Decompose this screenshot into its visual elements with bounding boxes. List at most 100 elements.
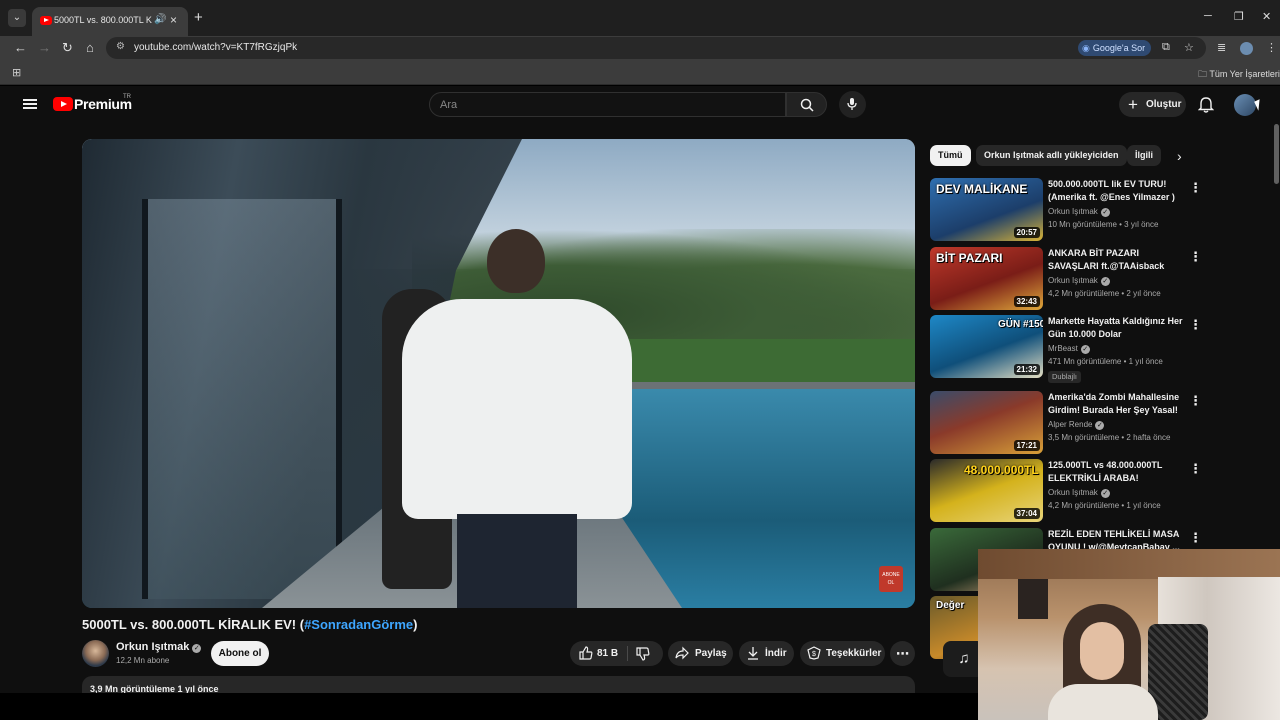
related-title[interactable]: Amerika'da Zombi Mahallesine Girdim! Bur…: [1048, 391, 1186, 417]
related-title[interactable]: 125.000TL vs 48.000.000TL ELEKTRİKLİ ARA…: [1048, 459, 1186, 485]
related-channel[interactable]: Orkun Işıtmak: [1048, 276, 1098, 285]
list-item[interactable]: 17:21 Amerika'da Zombi Mahallesine Girdi…: [930, 391, 1250, 455]
window-close-button[interactable]: ✕: [1262, 10, 1271, 23]
related-channel[interactable]: Orkun Işıtmak: [1048, 207, 1098, 216]
subscribe-watermark[interactable]: ABONE OL: [879, 566, 903, 592]
more-vertical-icon[interactable]: ⋮: [1189, 393, 1202, 409]
duration-badge: 37:04: [1013, 508, 1040, 519]
chevron-right-icon[interactable]: ›: [1177, 148, 1182, 164]
related-meta: 10 Mn görüntüleme • 3 yıl önce: [1048, 220, 1159, 229]
reload-button[interactable]: ↻: [62, 40, 73, 56]
all-bookmarks-button[interactable]: 🗀 Tüm Yer İşaretleri: [1198, 67, 1280, 83]
bookmark-star-icon[interactable]: ☆: [1184, 41, 1194, 54]
description-box[interactable]: 3,9 Mn görüntüleme 1 yıl önce: [82, 676, 915, 693]
person-head: [487, 229, 545, 293]
related-channel[interactable]: Orkun Işıtmak: [1048, 488, 1098, 497]
webcam-ceiling: [978, 549, 1280, 579]
video-thumbnail[interactable]: 48.000.000TL 37:04: [930, 459, 1043, 522]
profile-avatar[interactable]: [1240, 42, 1253, 55]
create-button[interactable]: + Oluştur: [1119, 92, 1186, 117]
verified-icon: ✓: [1080, 345, 1090, 354]
related-channel-row[interactable]: Orkun Işıtmak ✓: [1048, 276, 1110, 286]
minimize-button[interactable]: ─: [1204, 10, 1212, 22]
new-tab-button[interactable]: +: [194, 9, 203, 27]
cast-icon[interactable]: ⧉: [1162, 41, 1170, 54]
search-button[interactable]: [786, 92, 827, 117]
menu-icon[interactable]: [23, 99, 37, 109]
channel-name[interactable]: Orkun Işıtmak: [116, 641, 189, 653]
youtube-logo-icon[interactable]: [53, 97, 73, 111]
site-info-icon[interactable]: ⚙: [116, 41, 125, 52]
notifications-bell-icon[interactable]: [1198, 96, 1214, 113]
chip-all[interactable]: Tümü: [930, 145, 971, 166]
list-item[interactable]: DEV MALİKANE 20:57 500.000.000TL lik EV T…: [930, 178, 1250, 242]
share-label: Paylaş: [695, 648, 727, 659]
chip-from-uploader[interactable]: Orkun Işıtmak adlı yükleyiciden: [976, 145, 1127, 166]
video-title-close: ): [413, 617, 418, 632]
related-channel[interactable]: MrBeast: [1048, 344, 1078, 353]
related-channel[interactable]: Alper Rende: [1048, 420, 1092, 429]
hashtag-link[interactable]: #SonradanGörme: [304, 617, 413, 632]
tab-close-icon[interactable]: ×: [170, 13, 177, 27]
related-meta: 4,2 Mn görüntüleme • 2 yıl önce: [1048, 289, 1161, 298]
subscribe-button[interactable]: Abone ol: [211, 641, 269, 666]
related-title[interactable]: Markette Hayatta Kaldığınız Her Gün 10.0…: [1048, 315, 1186, 341]
video-thumbnail[interactable]: 17:21: [930, 391, 1043, 454]
related-title[interactable]: 500.000.000TL lik EV TURU! (Amerika ft. …: [1048, 178, 1186, 204]
verified-icon: ✓: [1100, 489, 1110, 498]
webcam-person-clothes: [1048, 684, 1158, 720]
channel-name-row[interactable]: Orkun Işıtmak ✓: [116, 641, 202, 653]
apps-grid-icon[interactable]: ⊞: [12, 66, 21, 79]
list-item[interactable]: BİT PAZARI 32:43 ANKARA BİT PAZARI SAVAŞL…: [930, 247, 1250, 311]
address-bar[interactable]: ⚙ youtube.com/watch?v=KT7fRGzjqPk ◉ Googl…: [106, 37, 1206, 59]
account-avatar[interactable]: [1234, 94, 1256, 116]
url-text: youtube.com/watch?v=KT7fRGzjqPk: [134, 42, 298, 53]
chip-related[interactable]: İlgili: [1127, 145, 1161, 166]
more-actions-button[interactable]: ⋯: [890, 641, 915, 666]
dislike-button[interactable]: [636, 641, 650, 670]
audio-playing-icon[interactable]: 🔊: [154, 14, 166, 25]
related-title[interactable]: ANKARA BİT PAZARI SAVAŞLARI ft.@TAAisbac…: [1048, 247, 1186, 273]
dubbed-badge: Dublajlı: [1048, 371, 1082, 383]
like-button[interactable]: [579, 641, 593, 669]
more-vertical-icon[interactable]: ⋮: [1189, 530, 1202, 546]
browser-toolbar: ← → ↻ ⌂ ⚙ youtube.com/watch?v=KT7fRGzjqP…: [0, 36, 1280, 60]
more-vertical-icon[interactable]: ⋮: [1189, 180, 1202, 196]
back-button[interactable]: ←: [14, 40, 27, 56]
browser-menu-icon[interactable]: ⋮: [1266, 40, 1277, 56]
home-button[interactable]: ⌂: [86, 40, 94, 56]
video-thumbnail[interactable]: DEV MALİKANE 20:57: [930, 178, 1043, 241]
related-channel-row[interactable]: Orkun Işıtmak ✓: [1048, 207, 1110, 217]
channel-avatar[interactable]: [82, 640, 109, 667]
more-vertical-icon[interactable]: ⋮: [1189, 317, 1202, 333]
search-input[interactable]: [440, 97, 770, 113]
forward-button[interactable]: →: [38, 40, 51, 56]
list-item[interactable]: GÜN #150 21:32 Markette Hayatta Kaldığını…: [930, 315, 1250, 383]
list-item[interactable]: 48.000.000TL 37:04 125.000TL vs 48.000.00…: [930, 459, 1250, 523]
browser-tab[interactable]: 5000TL vs. 800.000TL KİRALI... 🔊 ×: [32, 7, 188, 36]
webcam-wall-art: [1018, 579, 1048, 619]
related-channel-row[interactable]: Orkun Işıtmak ✓: [1048, 488, 1110, 498]
related-channel-row[interactable]: MrBeast ✓: [1048, 344, 1090, 354]
more-vertical-icon[interactable]: ⋮: [1189, 461, 1202, 477]
share-button[interactable]: Paylaş: [668, 641, 733, 666]
more-vertical-icon[interactable]: ⋮: [1189, 249, 1202, 265]
thanks-button[interactable]: $ Teşekkürler: [800, 641, 885, 666]
video-thumbnail[interactable]: GÜN #150 21:32: [930, 315, 1043, 378]
google-sor-button[interactable]: ◉ Google'a Sor: [1078, 40, 1152, 56]
download-icon: [746, 641, 760, 669]
page-scrollbar[interactable]: [1274, 124, 1279, 184]
video-player[interactable]: ABONE OL: [82, 139, 915, 608]
tab-search-button[interactable]: ⌄: [8, 9, 26, 27]
webcam-person: [1048, 604, 1158, 720]
video-thumbnail[interactable]: BİT PAZARI 32:43: [930, 247, 1043, 310]
related-channel-row[interactable]: Alper Rende ✓: [1048, 420, 1105, 430]
reading-list-icon[interactable]: ≣: [1217, 40, 1226, 56]
verified-icon: ✓: [1095, 421, 1105, 430]
scene-person: [402, 229, 632, 608]
voice-search-button[interactable]: [839, 91, 866, 118]
download-button[interactable]: İndir: [739, 641, 794, 666]
related-meta: 3,5 Mn görüntüleme • 2 hafta önce: [1048, 433, 1171, 442]
microphone-icon: [847, 98, 857, 110]
restore-button[interactable]: ❐: [1234, 10, 1244, 23]
